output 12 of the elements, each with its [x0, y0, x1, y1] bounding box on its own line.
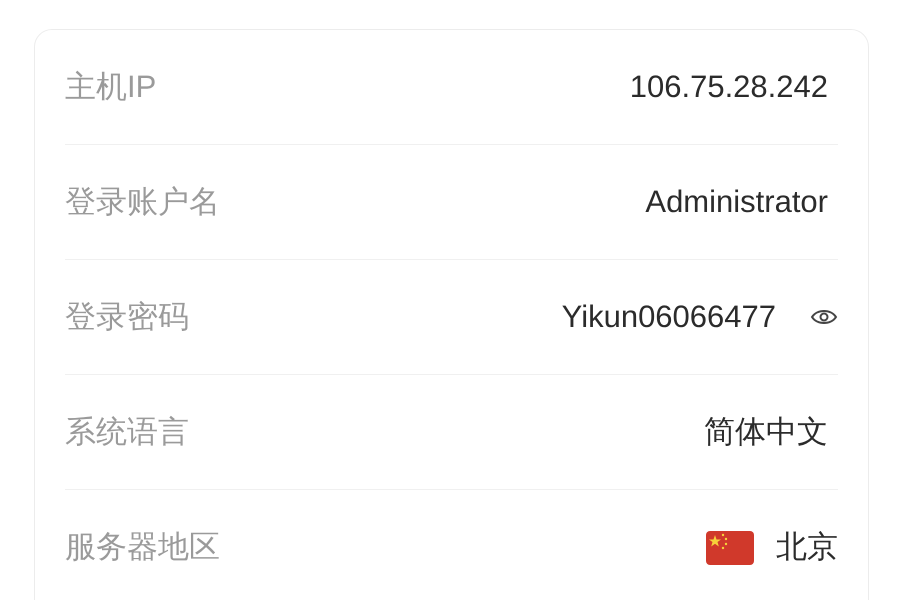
- field-label: 登录密码: [65, 298, 189, 336]
- field-label: 登录账户名: [65, 182, 220, 221]
- field-label: 系统语言: [65, 412, 189, 451]
- field-value: 106.75.28.242: [630, 68, 828, 106]
- field-value: Administrator: [645, 182, 828, 221]
- eye-icon[interactable]: [810, 307, 838, 327]
- region-value: 北京: [776, 528, 838, 566]
- field-label: 主机IP: [65, 68, 156, 106]
- field-value: 简体中文: [704, 412, 828, 451]
- flag-icon: [706, 530, 754, 564]
- field-label: 服务器地区: [65, 528, 220, 566]
- password-value: Yikun06066477: [562, 298, 776, 336]
